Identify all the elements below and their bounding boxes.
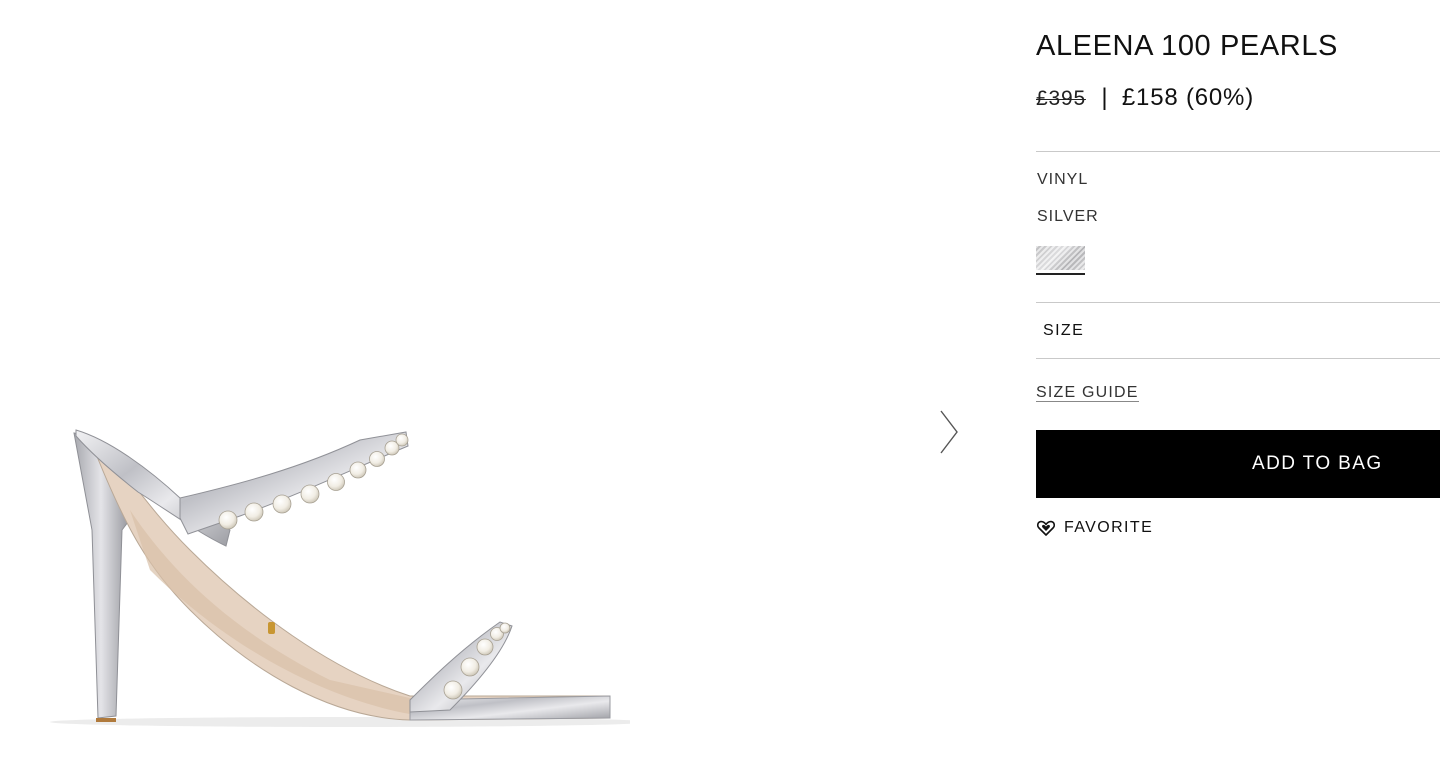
divider: [1036, 358, 1440, 359]
swatch-selected-indicator: [1036, 273, 1085, 275]
sale-price: £158 (60%): [1121, 84, 1254, 111]
divider: [1036, 302, 1440, 303]
product-gallery: [0, 0, 1000, 765]
original-price: £395: [1036, 87, 1086, 110]
product-page: ALEENA 100 PEARLS £395 | £158 (60%) VINY…: [0, 0, 1440, 765]
size-guide-link[interactable]: SIZE GUIDE: [1036, 384, 1139, 402]
chevron-right-icon[interactable]: [936, 408, 962, 456]
color-swatch-silver[interactable]: [1036, 246, 1085, 270]
product-details: ALEENA 100 PEARLS £395 | £158 (60%) VINY…: [1036, 0, 1440, 765]
product-image: [50, 429, 630, 727]
material-label: VINYL: [1037, 171, 1089, 188]
favorite-label: FAVORITE: [1064, 519, 1154, 536]
product-title: ALEENA 100 PEARLS: [1036, 30, 1338, 62]
divider: [1036, 151, 1440, 152]
size-selector-toggle[interactable]: SIZE: [1043, 322, 1084, 340]
price-separator: |: [1101, 84, 1109, 111]
favorite-button[interactable]: FAVORITE: [1036, 518, 1153, 538]
heart-icon: [1036, 520, 1056, 536]
add-to-bag-button[interactable]: ADD TO BAG: [1036, 430, 1440, 498]
color-label: SILVER: [1037, 208, 1099, 225]
price-row: £395 | £158 (60%): [1036, 84, 1254, 112]
